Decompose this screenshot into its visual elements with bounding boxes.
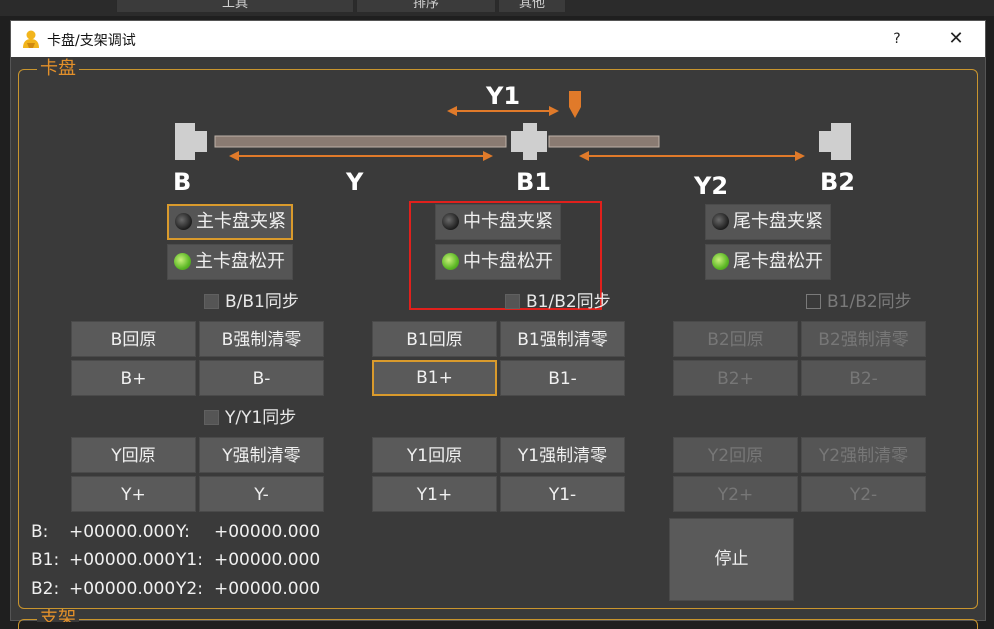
y1-arrow-left-head	[447, 106, 457, 116]
y-force-zero-button[interactable]: Y强制清零	[199, 437, 324, 473]
chuck-b1-jaw-left	[511, 131, 523, 152]
readout-y-axis: Y:	[176, 522, 190, 542]
y1-arrow-right-head	[549, 106, 559, 116]
main-chuck-clamp-led-icon	[175, 213, 192, 230]
readout-b2-value: +00000.000	[69, 579, 176, 599]
b2-plus-button[interactable]: B2+	[673, 360, 798, 396]
tail-chuck-clamp-button[interactable]: 尾卡盘夹紧	[705, 204, 831, 240]
b-home-button[interactable]: B回原	[71, 321, 196, 357]
main-chuck-clamp-button[interactable]: 主卡盘夹紧	[167, 204, 293, 240]
menu-tab-tools[interactable]: 工具	[116, 0, 354, 12]
y2-force-zero-button[interactable]: Y2强制清零	[801, 437, 926, 473]
readout-y-value: +00000.000	[214, 522, 321, 542]
readout-b-value: +00000.000	[69, 522, 176, 542]
readout-y1-value: +00000.000	[214, 550, 321, 570]
y2-plus-button[interactable]: Y2+	[673, 476, 798, 512]
checkbox-box	[204, 294, 219, 309]
tail-chuck-release-led-icon	[712, 253, 729, 270]
readout-b1-value: +00000.000	[69, 550, 176, 570]
sync-b-b1-checkbox[interactable]: B/B1同步	[204, 292, 299, 312]
readout-b-axis: B:	[31, 522, 49, 542]
main-chuck-release-label: 主卡盘松开	[195, 251, 285, 272]
close-button[interactable]: ✕	[939, 25, 973, 53]
y-arrow-left-head	[229, 151, 239, 161]
stop-button[interactable]: 停止	[669, 518, 794, 601]
label-b: B	[173, 168, 192, 196]
b1-plus-button[interactable]: B1+	[372, 360, 497, 396]
y2-minus-button[interactable]: Y2-	[801, 476, 926, 512]
readout-y2-value: +00000.000	[214, 579, 321, 599]
checkbox-box	[505, 294, 520, 309]
chuck-b-jaw	[195, 131, 207, 152]
main-chuck-release-button[interactable]: 主卡盘松开	[167, 244, 293, 280]
chuck-b1-shape	[523, 123, 537, 160]
workpiece-bar-right	[548, 135, 660, 148]
b1-home-button[interactable]: B1回原	[372, 321, 497, 357]
label-b2: B2	[820, 168, 855, 196]
b2-force-zero-button[interactable]: B2强制清零	[801, 321, 926, 357]
b1-minus-button[interactable]: B1-	[500, 360, 625, 396]
chuck-group-title: 卡盘	[37, 58, 79, 80]
sync-b1-b2-disabled-label: B1/B2同步	[827, 292, 912, 312]
top-menu-bar: 工具 排序 其他	[0, 0, 994, 16]
axis-diagram: B Y B1 Y2 B2 Y1	[11, 81, 985, 201]
b1-force-zero-button[interactable]: B1强制清零	[500, 321, 625, 357]
tail-chuck-clamp-led-icon	[712, 213, 729, 230]
dialog-title: 卡盘/支架调试	[47, 33, 136, 49]
y2-arrow-right-head	[795, 151, 805, 161]
app-user-icon	[23, 30, 39, 48]
sync-b1-b2-label: B1/B2同步	[526, 292, 611, 312]
chuck-b2-shape	[831, 123, 851, 160]
readout-y2-axis: Y2:	[176, 579, 203, 599]
b-minus-button[interactable]: B-	[199, 360, 324, 396]
chuck-b-shape	[175, 123, 195, 160]
y-minus-button[interactable]: Y-	[199, 476, 324, 512]
support-group-title: 支架	[37, 609, 79, 622]
tail-chuck-release-button[interactable]: 尾卡盘松开	[705, 244, 831, 280]
main-chuck-release-led-icon	[174, 253, 191, 270]
readout-b2-axis: B2:	[31, 579, 60, 599]
help-button[interactable]: ?	[883, 25, 911, 53]
label-y1: Y1	[486, 82, 521, 110]
chuck-b1-jaw-right	[537, 131, 547, 152]
y1-plus-button[interactable]: Y1+	[372, 476, 497, 512]
y1-force-zero-button[interactable]: Y1强制清零	[500, 437, 625, 473]
b2-home-button[interactable]: B2回原	[673, 321, 798, 357]
readout-b1-axis: B1:	[31, 550, 60, 570]
sync-y-y1-label: Y/Y1同步	[225, 408, 297, 428]
checkbox-box	[204, 410, 219, 425]
sync-b1-b2-disabled-checkbox[interactable]: B1/B2同步	[806, 292, 912, 312]
chuck-support-debug-dialog: 卡盘/支架调试 ? ✕ 卡盘 B Y B1 Y2 B2 Y1 主卡盘夹紧 主卡盘…	[10, 20, 986, 629]
workpiece-bar-left	[214, 135, 507, 148]
sync-b-b1-label: B/B1同步	[225, 292, 299, 312]
y2-arrow-left-head	[579, 151, 589, 161]
chuck-b2-jaw	[819, 131, 831, 152]
main-chuck-clamp-label: 主卡盘夹紧	[196, 211, 286, 232]
label-b1: B1	[516, 168, 551, 196]
y2-home-button[interactable]: Y2回原	[673, 437, 798, 473]
sync-b1-b2-checkbox[interactable]: B1/B2同步	[505, 292, 611, 312]
label-y: Y	[346, 168, 364, 196]
tail-chuck-clamp-label: 尾卡盘夹紧	[733, 211, 823, 232]
tail-chuck-release-label: 尾卡盘松开	[733, 251, 823, 272]
b-force-zero-button[interactable]: B强制清零	[199, 321, 324, 357]
readout-y1-axis: Y1:	[176, 550, 203, 570]
y-plus-button[interactable]: Y+	[71, 476, 196, 512]
menu-tab-sort[interactable]: 排序	[356, 0, 496, 12]
b2-minus-button[interactable]: B2-	[801, 360, 926, 396]
b-plus-button[interactable]: B+	[71, 360, 196, 396]
y-home-button[interactable]: Y回原	[71, 437, 196, 473]
sync-y-y1-checkbox[interactable]: Y/Y1同步	[204, 408, 296, 428]
menu-tab-other[interactable]: 其他	[498, 0, 566, 12]
y-arrow-right-head	[483, 151, 493, 161]
dialog-titlebar: 卡盘/支架调试 ? ✕	[11, 21, 985, 57]
y1-minus-button[interactable]: Y1-	[500, 476, 625, 512]
label-y2: Y2	[694, 172, 729, 200]
checkbox-box	[806, 294, 821, 309]
y1-home-button[interactable]: Y1回原	[372, 437, 497, 473]
tool-marker-icon	[569, 91, 581, 118]
